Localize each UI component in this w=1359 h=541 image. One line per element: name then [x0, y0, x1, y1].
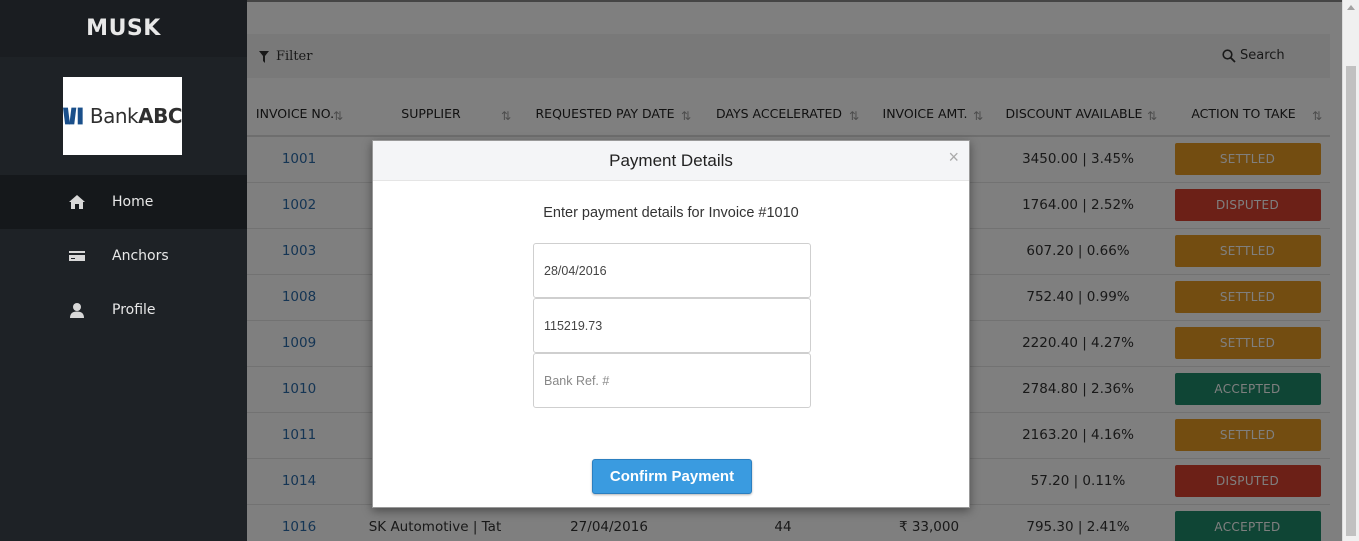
sidebar-item-label: Home [112, 194, 154, 210]
app-brand: MUSK [0, 0, 247, 57]
modal-prompt: Enter payment details for Invoice #1010 [543, 205, 799, 221]
sidebar-nav: Home Anchors Profile [0, 175, 247, 337]
sidebar-item-label: Profile [112, 302, 156, 318]
modal-header: Payment Details × [373, 141, 969, 181]
bank-ref-field[interactable] [533, 353, 811, 408]
sidebar-item-profile[interactable]: Profile [0, 283, 247, 337]
card-icon [69, 251, 85, 261]
modal-title: Payment Details [609, 150, 733, 170]
scrollbar[interactable] [1342, 0, 1359, 541]
logo-text-light: Bank [89, 104, 139, 128]
payment-date-field[interactable] [533, 243, 811, 298]
bank-logo: BankABC [63, 77, 182, 155]
sidebar-item-home[interactable]: Home [0, 175, 247, 229]
logo-text-bold: ABC [138, 104, 182, 128]
sidebar-item-anchors[interactable]: Anchors [0, 229, 247, 283]
sidebar-item-label: Anchors [112, 248, 169, 264]
home-icon [69, 195, 85, 209]
scrollbar-thumb[interactable] [1346, 66, 1356, 536]
bank-logo-mark-icon [63, 107, 83, 125]
payment-amount-field[interactable] [533, 298, 811, 353]
payment-details-modal: Payment Details × Enter payment details … [372, 140, 970, 508]
user-icon [70, 303, 84, 318]
confirm-payment-button[interactable]: Confirm Payment [592, 459, 752, 494]
sidebar: MUSK BankABC Home Anchors Profile [0, 0, 247, 541]
scroll-up-arrow-icon[interactable] [1347, 5, 1355, 10]
close-icon[interactable]: × [948, 147, 959, 168]
